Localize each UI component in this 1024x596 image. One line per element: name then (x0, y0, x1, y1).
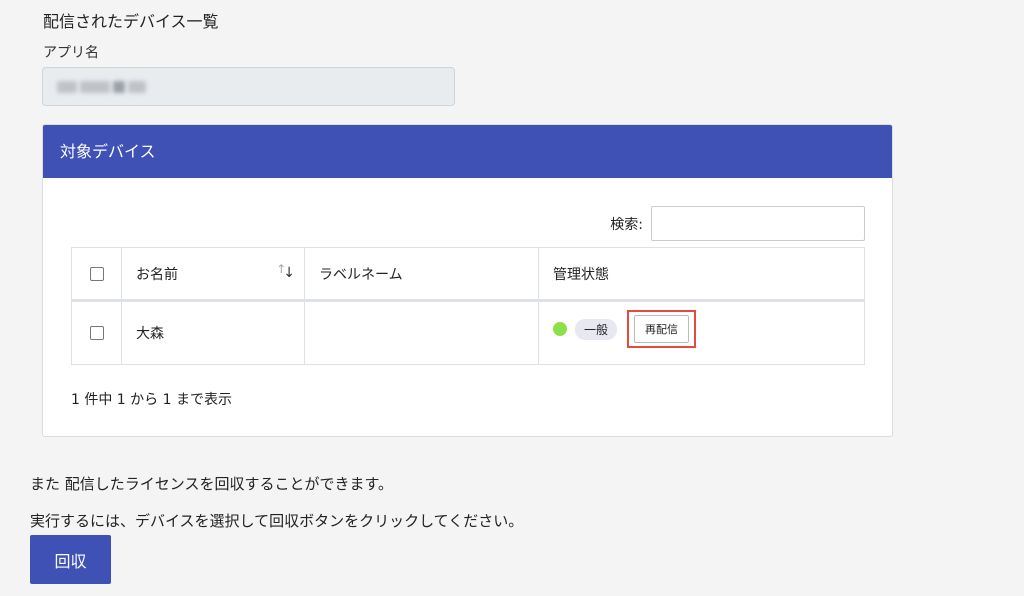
column-header-status[interactable]: 管理状態 (538, 247, 865, 302)
search-area: 検索: (610, 206, 865, 241)
status-dot-icon (553, 322, 567, 336)
row-checkbox[interactable] (89, 326, 104, 340)
device-name: 大森 (121, 300, 305, 365)
column-header-name[interactable]: お名前 ↑↓ (121, 247, 305, 302)
page-title: 配信されたデバイス一覧 (43, 12, 219, 31)
app-name-field (42, 67, 455, 106)
table-info-count: 1 件中 1 から 1 まで表示 (71, 392, 232, 408)
devices-table: お名前 ↑↓ ラベルネーム 管理状態 大森 一般 再配信 (71, 247, 865, 365)
select-all-checkbox[interactable] (89, 266, 104, 281)
app-name-label: アプリ名 (43, 45, 99, 61)
device-status-cell: 一般 再配信 (538, 300, 865, 365)
redeliver-button[interactable]: 再配信 (634, 315, 690, 343)
target-devices-card: 対象デバイス 検索: お名前 ↑↓ ラベルネーム 管理状態 大森 一般 再配信 … (42, 124, 893, 437)
card-title: 対象デバイス (43, 125, 892, 178)
info-text-line2: 実行するには、デバイスを選択して回収ボタンをクリックしてください。 (30, 512, 524, 530)
search-label: 検索: (610, 216, 643, 233)
redacted-app-name (57, 79, 149, 95)
table-row[interactable]: 大森 一般 再配信 (71, 300, 865, 365)
revoke-button[interactable]: 回収 (30, 535, 111, 584)
search-input[interactable] (651, 206, 865, 241)
info-text-line1: また 配信したライセンスを回収することができます。 (30, 475, 393, 493)
status-badge: 一般 (575, 318, 618, 340)
select-all-cell (71, 247, 122, 302)
redeliver-highlight-box: 再配信 (627, 310, 697, 348)
row-select-cell (71, 300, 122, 365)
sort-icon[interactable]: ↑↓ (276, 262, 295, 281)
column-header-label-name[interactable]: ラベルネーム (304, 247, 539, 302)
device-label-name (304, 300, 539, 365)
table-header-row: お名前 ↑↓ ラベルネーム 管理状態 (71, 247, 865, 302)
